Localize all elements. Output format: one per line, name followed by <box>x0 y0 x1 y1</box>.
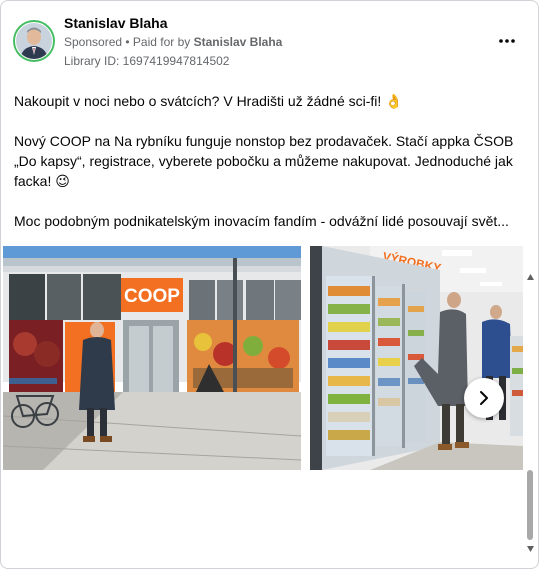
scrollbar-thumb[interactable] <box>527 470 533 540</box>
sponsored-post-card: Stanislav Blaha Sponsored • Paid for by … <box>0 0 539 569</box>
carousel-photo-store-interior[interactable]: VÝROBKY <box>310 246 523 470</box>
more-options-button[interactable] <box>493 31 521 51</box>
author-avatar[interactable] <box>13 20 55 62</box>
media-carousel: COOP VÝROBKY <box>1 246 538 472</box>
scroll-down-arrow-icon[interactable] <box>526 545 535 553</box>
chevron-right-icon <box>480 391 488 405</box>
avatar-photo <box>15 22 53 60</box>
library-id: Library ID: 1697419947814502 <box>64 54 230 68</box>
post-paragraph-1: Nakoupit v noci nebo o svátcích? V Hradi… <box>14 93 403 109</box>
paid-for-prefix: • Paid for by <box>122 35 194 49</box>
carousel-next-button[interactable] <box>464 378 504 418</box>
sponsored-info: Sponsored • Paid for by Stanislav Blaha <box>64 35 282 49</box>
paid-for-name: Stanislav Blaha <box>193 35 283 49</box>
more-horizontal-icon <box>499 39 515 43</box>
post-body: Nakoupit v noci nebo o svátcích? V Hradi… <box>14 91 530 251</box>
scrollbar[interactable] <box>526 273 535 555</box>
post-paragraph-3[interactable]: Moc podobným podnikatelským inovacím fan… <box>14 211 530 231</box>
store-sign-text: COOP <box>124 286 180 307</box>
carousel-photo-store-exterior[interactable]: COOP <box>3 246 301 470</box>
sponsored-label[interactable]: Sponsored <box>64 35 122 49</box>
scroll-up-arrow-icon[interactable] <box>526 273 535 281</box>
author-name[interactable]: Stanislav Blaha <box>64 15 168 31</box>
post-paragraph-2: Nový COOP na Na rybníku funguje nonstop … <box>14 133 514 189</box>
